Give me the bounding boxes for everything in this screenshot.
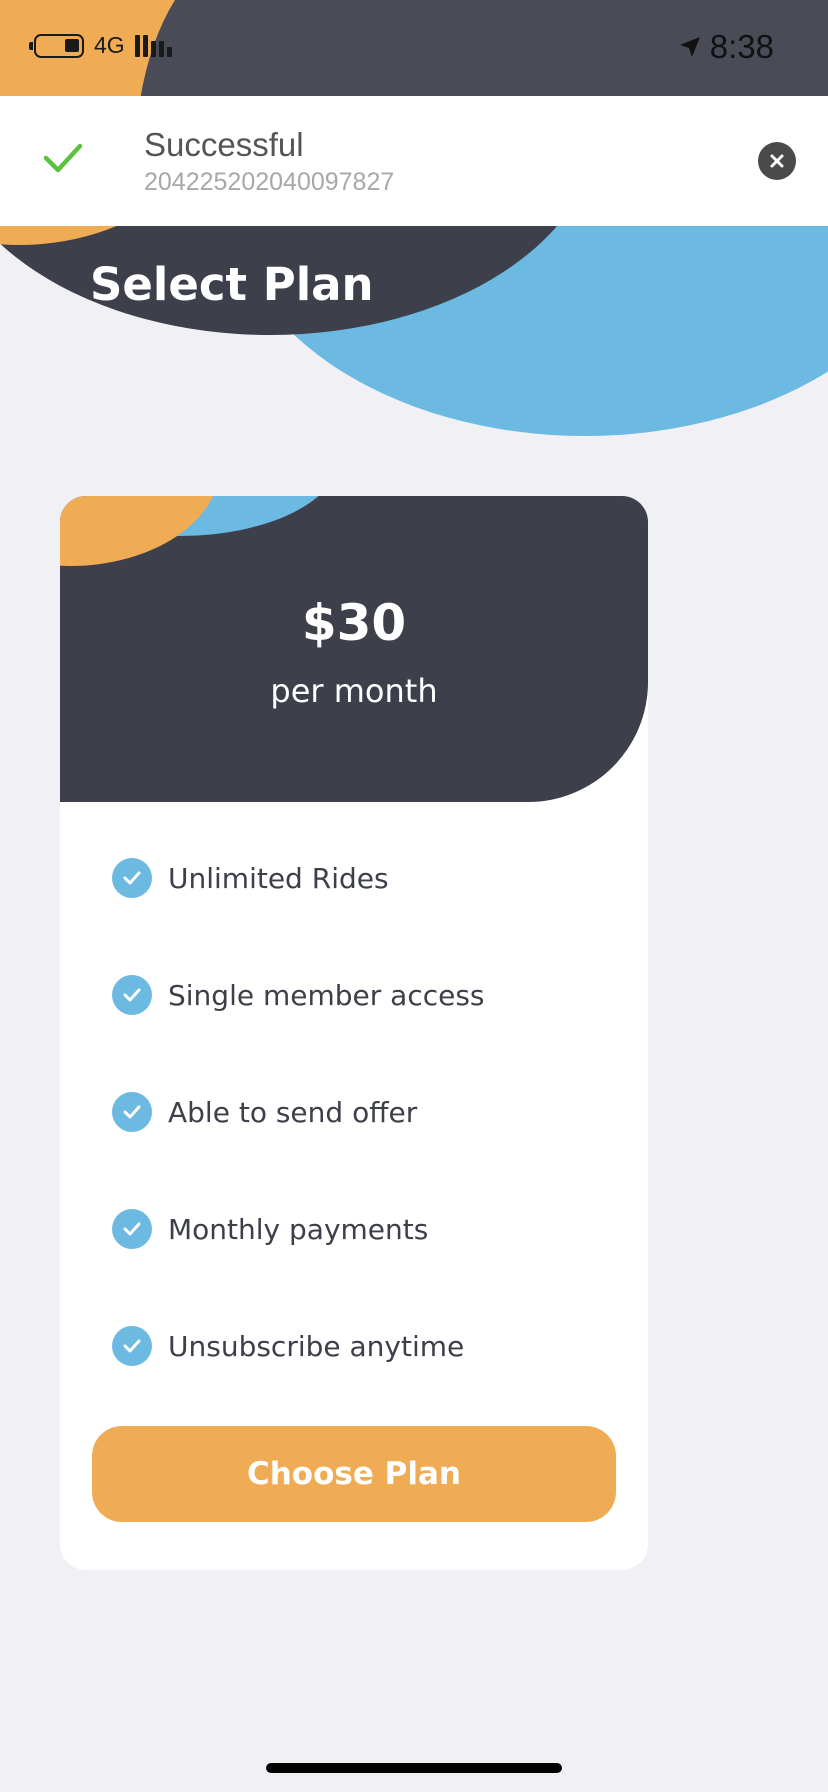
close-icon [770,154,784,168]
feature-list: Unlimited Rides Single member access Abl… [112,858,485,1443]
feature-item: Unlimited Rides [112,858,485,898]
feature-item: Monthly payments [112,1209,485,1249]
feature-label: Unlimited Rides [168,861,389,895]
home-indicator[interactable] [266,1763,562,1773]
feature-label: Monthly payments [168,1212,429,1246]
plan-card: $30 per month Unlimited Rides Single mem… [60,496,648,1570]
feature-label: Unsubscribe anytime [168,1329,465,1363]
status-bar: 4G 8:38 [0,0,828,96]
plan-price: $30 [301,594,407,652]
feature-item: Able to send offer [112,1092,485,1132]
status-left: 4G [29,32,172,59]
plan-period: per month [270,672,438,710]
network-type: 4G [94,32,125,58]
status-right: 8:38 [678,28,774,66]
location-arrow-icon [679,37,700,57]
check-circle-icon [112,1209,152,1249]
plan-header: $30 per month [60,496,648,802]
toast-reference: 204225202040097827 [144,168,395,196]
toast-close-button[interactable] [758,142,796,180]
feature-label: Single member access [168,978,485,1012]
check-circle-icon [112,1326,152,1366]
clock: 8:38 [709,28,774,65]
feature-item: Unsubscribe anytime [112,1326,485,1366]
feature-item: Single member access [112,975,485,1015]
check-circle-icon [112,975,152,1015]
success-toast: Successful 204225202040097827 [0,96,828,226]
check-circle-icon [112,1092,152,1132]
toast-title: Successful [144,126,304,163]
battery-icon [29,33,84,58]
plan-header-decoration [60,496,319,566]
signal-icon [134,34,172,57]
checkmark-icon [43,143,83,173]
check-circle-icon [112,858,152,898]
choose-plan-button[interactable]: Choose Plan [92,1426,616,1522]
page-title: Select Plan [90,258,374,311]
feature-label: Able to send offer [168,1095,418,1129]
